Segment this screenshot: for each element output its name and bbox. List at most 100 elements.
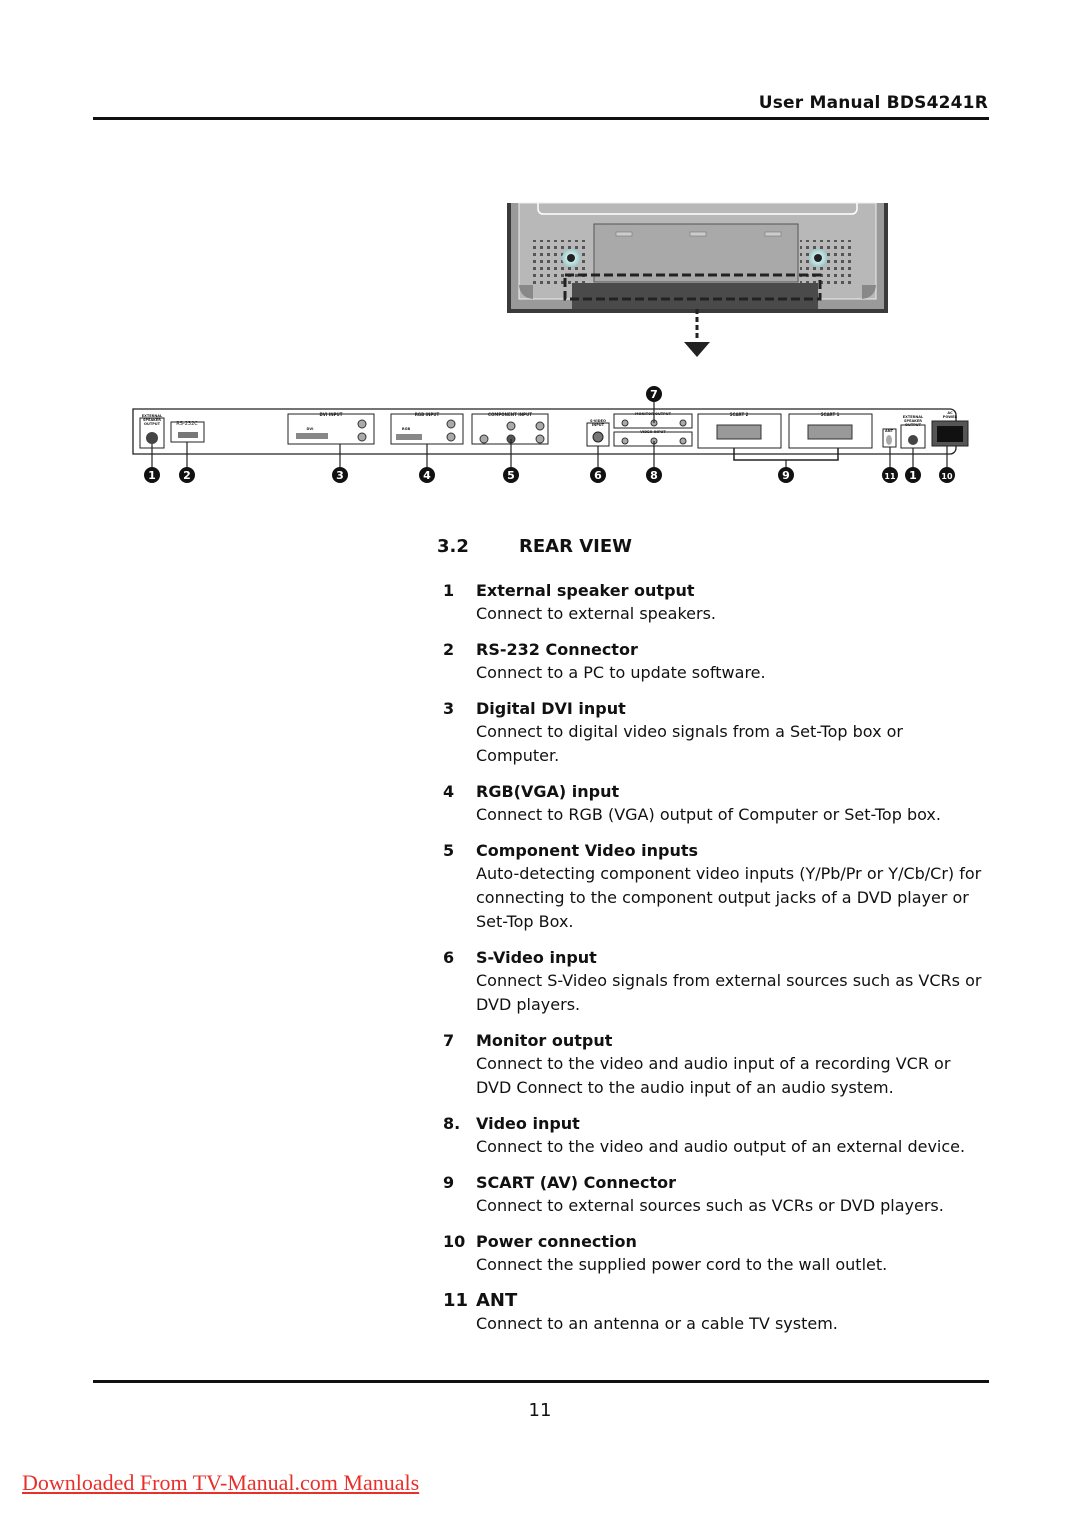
item-number: 11 <box>443 1290 469 1311</box>
list-item: 11 ANT Connect to an antenna or a cable TV… <box>443 1290 1003 1336</box>
label-monitor-output: MONITOR OUTPUT <box>635 412 672 416</box>
callout-marker: 5 <box>503 467 519 483</box>
item-heading: 5 Component Video inputs <box>443 840 1003 862</box>
item-number: 2 <box>443 640 455 659</box>
item-title: Video input <box>476 1114 580 1133</box>
item-heading: 10 Power connection <box>443 1231 1003 1253</box>
item-description: Connect the supplied power cord to the w… <box>476 1255 888 1274</box>
callout-number: 2 <box>183 469 191 482</box>
item-number: 7 <box>443 1031 455 1050</box>
rear-view-figure: EXTERNAL SPEAKER OUTPUT RS-232C DVI INPU… <box>132 202 969 483</box>
footer-rule <box>93 1380 989 1383</box>
label-power: POWER <box>943 415 958 419</box>
item-description: Connect to an antenna or a cable TV syst… <box>476 1314 838 1333</box>
callout-number: 1 <box>909 469 917 482</box>
label-video-input: VIDEO INPUT <box>640 430 666 434</box>
list-item: 2 RS-232 Connector Connect to a PC to upda… <box>443 639 1003 685</box>
item-description: Connect to digital video signals from a … <box>476 722 903 765</box>
callout-marker: 4 <box>419 467 435 483</box>
item-number: 9 <box>443 1173 455 1192</box>
label-svideo-input: INPUT <box>592 423 605 427</box>
label-rgb: RGB <box>402 427 411 431</box>
tv-back-illustration <box>507 202 888 357</box>
section-heading: REAR VIEW <box>519 536 632 557</box>
label-output: OUTPUT <box>144 422 161 426</box>
item-number: 6 <box>443 948 455 967</box>
callout-number: 4 <box>423 469 431 482</box>
item-heading: 3 Digital DVI input <box>443 698 1003 720</box>
item-description: Connect to the video and audio input of … <box>476 1054 951 1097</box>
list-item: 9 SCART (AV) Connector Connect to external… <box>443 1172 1003 1218</box>
item-number: 10 <box>443 1232 466 1251</box>
item-heading: 4 RGB(VGA) input <box>443 781 1003 803</box>
label-dvi-input: DVI INPUT <box>319 412 342 417</box>
connector-list: 1 External speaker output Connect to exter… <box>443 580 1003 1349</box>
item-description: Connect S-Video signals from external so… <box>476 971 982 1014</box>
callout-marker: 3 <box>332 467 348 483</box>
item-heading: 6 S-Video input <box>443 947 1003 969</box>
item-description: Connect to RGB (VGA) output of Computer … <box>476 805 941 824</box>
callout-marker: 1 <box>905 467 921 483</box>
svideo-jack-icon <box>592 431 604 443</box>
list-item: 8. Video input Connect to the video and au… <box>443 1113 1003 1159</box>
list-item: 1 External speaker output Connect to exter… <box>443 580 1003 626</box>
speaker-jack-icon <box>908 435 918 445</box>
callout-number: 5 <box>507 469 515 482</box>
screw-icon <box>809 249 827 267</box>
label-output: OUTPUT <box>905 423 922 427</box>
item-heading: 2 RS-232 Connector <box>443 639 1003 661</box>
item-description: Connect to the video and audio output of… <box>476 1137 966 1156</box>
callout-marker: 6 <box>590 467 606 483</box>
connector-panel: EXTERNAL SPEAKER OUTPUT RS-232C DVI INPU… <box>132 402 969 467</box>
list-item: 5 Component Video inputs Auto-detecting co… <box>443 840 1003 934</box>
list-item: 6 S-Video input Connect S-Video signals fr… <box>443 947 1003 1017</box>
label-dvi: DVI <box>307 427 314 431</box>
scart-port-icon <box>716 424 762 440</box>
list-item: 7 Monitor output Connect to the video and … <box>443 1030 1003 1100</box>
item-number: 8. <box>443 1114 461 1133</box>
item-description: Connect to external speakers. <box>476 604 716 623</box>
item-description: Auto-detecting component video inputs (Y… <box>476 864 982 931</box>
callout-number: 10 <box>941 472 953 481</box>
item-heading: 7 Monitor output <box>443 1030 1003 1052</box>
item-heading: 8. Video input <box>443 1113 1003 1135</box>
item-number: 1 <box>443 581 455 600</box>
section-title: 3.2 REAR VIEW <box>437 536 632 557</box>
list-item: 10 Power connection Connect the supplied p… <box>443 1231 1003 1277</box>
item-title: Component Video inputs <box>476 841 699 860</box>
label-rgb-input: RGB INPUT <box>415 412 440 417</box>
item-title: Digital DVI input <box>476 699 626 718</box>
label-component-input: COMPONENT INPUT <box>488 412 532 417</box>
callout-number: 11 <box>884 472 896 481</box>
item-title: RS-232 Connector <box>476 640 638 659</box>
item-description: Connect to a PC to update software. <box>476 663 766 682</box>
item-number: 5 <box>443 841 455 860</box>
callout-marker: 11 <box>882 467 898 483</box>
download-source-link[interactable]: Downloaded From TV-Manual.com Manuals <box>22 1470 419 1496</box>
label-scart2: SCART 2 <box>730 412 749 417</box>
item-number: 3 <box>443 699 455 718</box>
label-ant: ANT <box>885 429 894 433</box>
callout-number: 8 <box>650 469 658 482</box>
scart-port-icon <box>807 424 853 440</box>
item-number: 4 <box>443 782 455 801</box>
item-title: S-Video input <box>476 948 597 967</box>
item-heading: 9 SCART (AV) Connector <box>443 1172 1003 1194</box>
antenna-jack-icon <box>886 435 892 445</box>
callout-marker: 1 <box>144 467 160 483</box>
callout-marker: 7 <box>646 386 662 402</box>
item-heading: 1 External speaker output <box>443 580 1003 602</box>
section-number: 3.2 <box>437 536 469 557</box>
item-title: ANT <box>476 1290 518 1311</box>
item-title: Monitor output <box>476 1031 613 1050</box>
item-title: External speaker output <box>476 581 695 600</box>
callout-number: 3 <box>336 469 344 482</box>
callout-number: 7 <box>650 388 658 401</box>
vga-port-icon <box>396 434 422 440</box>
label-rs232: RS-232C <box>176 421 198 427</box>
item-title: SCART (AV) Connector <box>476 1173 676 1192</box>
callout-number: 9 <box>782 469 790 482</box>
item-heading: 11 ANT <box>443 1290 1003 1312</box>
callout-number: 6 <box>594 469 602 482</box>
callout-marker: 9 <box>778 467 794 483</box>
